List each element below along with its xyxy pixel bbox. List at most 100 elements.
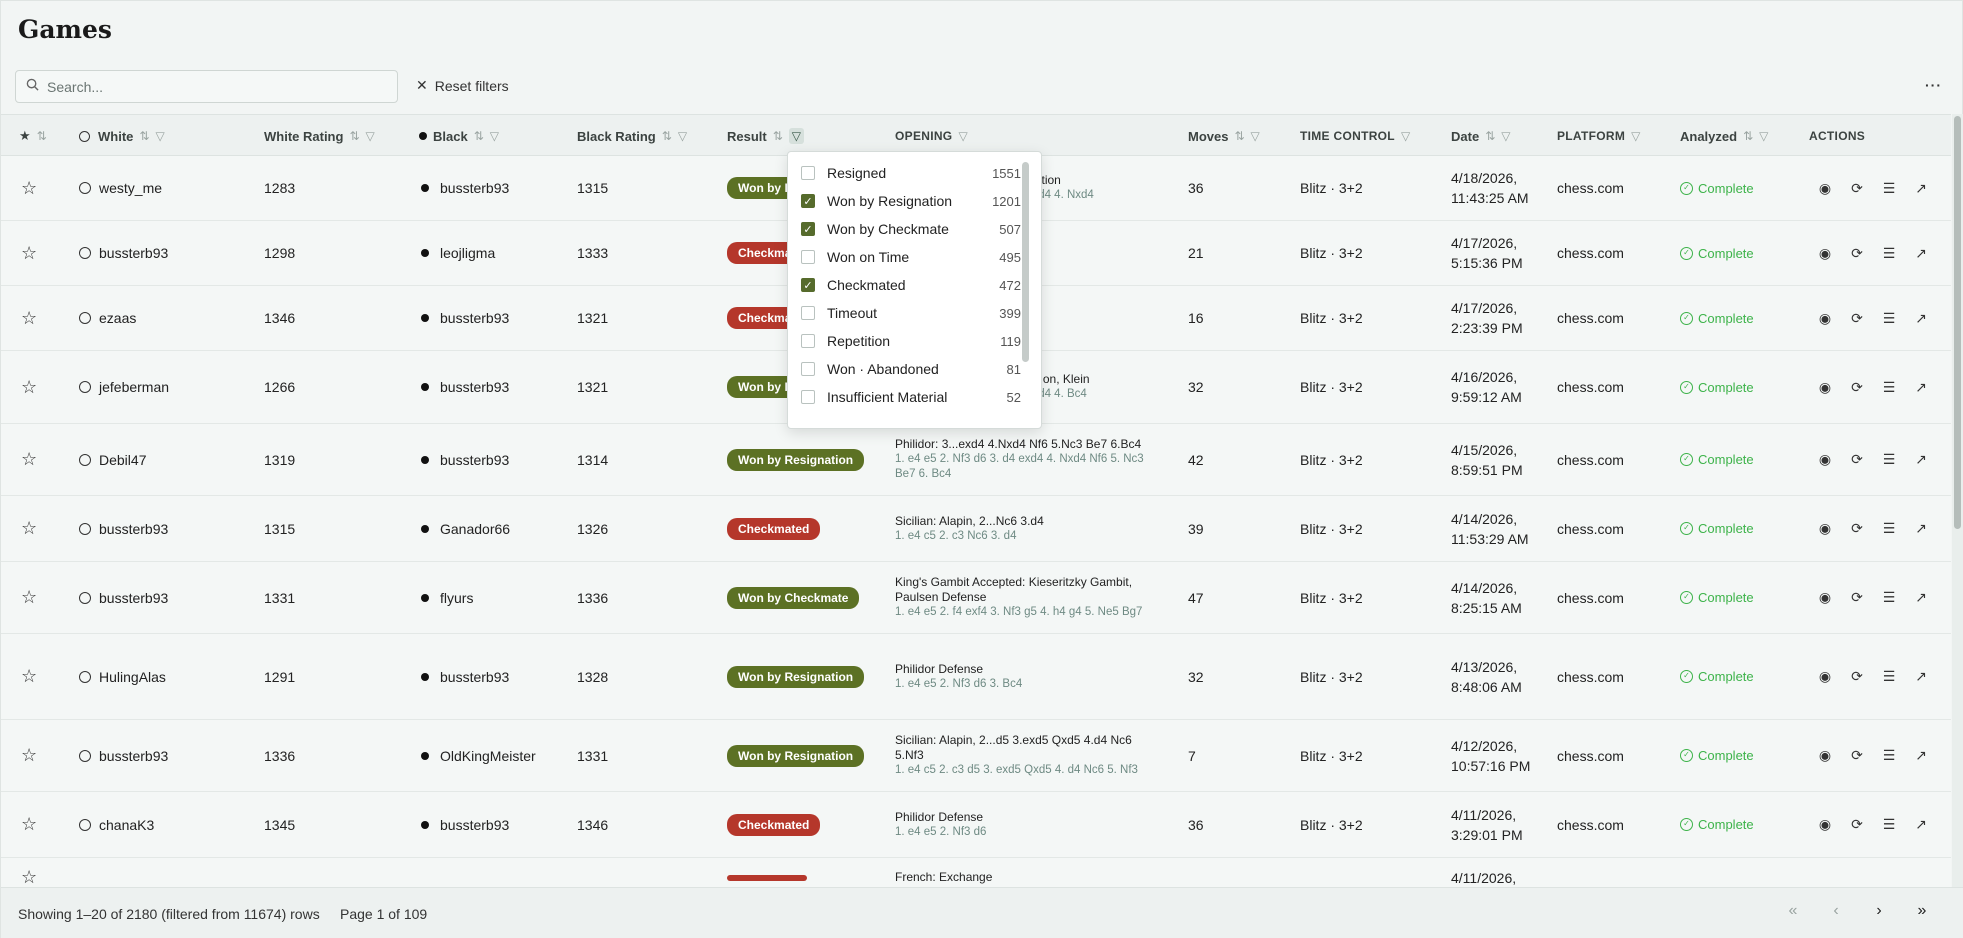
filter-icon[interactable]: ▽ bbox=[1251, 129, 1260, 143]
star-icon[interactable]: ☆ bbox=[21, 518, 37, 539]
header-analyzed[interactable]: Analyzed ⇅ ▽ bbox=[1680, 115, 1768, 157]
header-time-control[interactable]: TIME CONTROL ▽ bbox=[1300, 115, 1410, 157]
filter-option[interactable]: Timeout 399 bbox=[801, 302, 1021, 324]
sort-icon[interactable]: ⇅ bbox=[474, 129, 484, 143]
table-row[interactable]: ☆ bussterb93 1331 flyurs 1336 Won by Che… bbox=[1, 562, 1951, 634]
reanalyze-icon[interactable]: ⟳ bbox=[1849, 180, 1865, 197]
filter-icon[interactable]: ▽ bbox=[958, 129, 968, 143]
filter-icon[interactable]: ▽ bbox=[678, 129, 687, 143]
open-external-icon[interactable]: ↗ bbox=[1913, 520, 1929, 537]
filter-option[interactable]: Won on Time 495 bbox=[801, 246, 1021, 268]
table-row[interactable]: ☆ chanaK3 1345 bussterb93 1346 Checkmate… bbox=[1, 792, 1951, 858]
view-icon[interactable]: ◉ bbox=[1817, 520, 1833, 537]
sort-icon[interactable]: ⇅ bbox=[1485, 129, 1495, 143]
checkbox[interactable]: ✓ bbox=[801, 194, 815, 208]
checkbox[interactable] bbox=[801, 334, 815, 348]
star-icon[interactable]: ☆ bbox=[21, 587, 37, 608]
database-icon[interactable]: ☰ bbox=[1881, 180, 1897, 197]
table-row[interactable]: ☆ bussterb93 1336 OldKingMeister 1331 Wo… bbox=[1, 720, 1951, 792]
filter-icon[interactable]: ▽ bbox=[1401, 129, 1411, 143]
database-icon[interactable]: ☰ bbox=[1881, 245, 1897, 262]
last-page-button[interactable]: » bbox=[1915, 902, 1929, 920]
first-page-button[interactable]: « bbox=[1786, 902, 1800, 920]
scrollbar-thumb[interactable] bbox=[1954, 116, 1961, 529]
filter-icon[interactable]: ▽ bbox=[1501, 129, 1510, 143]
filter-icon[interactable]: ▽ bbox=[155, 129, 164, 143]
header-white-rating[interactable]: White Rating ⇅ ▽ bbox=[264, 115, 375, 157]
white-player[interactable]: chanaK3 bbox=[99, 817, 154, 833]
reanalyze-icon[interactable]: ⟳ bbox=[1849, 310, 1865, 327]
database-icon[interactable]: ☰ bbox=[1881, 310, 1897, 327]
checkbox[interactable] bbox=[801, 166, 815, 180]
database-icon[interactable]: ☰ bbox=[1881, 379, 1897, 396]
checkbox[interactable] bbox=[801, 306, 815, 320]
reanalyze-icon[interactable]: ⟳ bbox=[1849, 379, 1865, 396]
white-player[interactable]: westy_me bbox=[99, 180, 162, 196]
black-player[interactable]: Ganador66 bbox=[440, 521, 510, 537]
open-external-icon[interactable]: ↗ bbox=[1913, 668, 1929, 685]
checkbox[interactable] bbox=[801, 250, 815, 264]
database-icon[interactable]: ☰ bbox=[1881, 668, 1897, 685]
header-black-rating[interactable]: Black Rating ⇅ ▽ bbox=[577, 115, 687, 157]
table-row[interactable]: ☆ Debil47 1319 bussterb93 1314 Won by Re… bbox=[1, 424, 1951, 496]
open-external-icon[interactable]: ↗ bbox=[1913, 747, 1929, 764]
search-input[interactable] bbox=[47, 78, 367, 95]
more-options-button[interactable]: ··· bbox=[1925, 77, 1942, 93]
star-icon[interactable]: ☆ bbox=[21, 745, 37, 766]
open-external-icon[interactable]: ↗ bbox=[1913, 310, 1929, 327]
star-icon[interactable]: ☆ bbox=[21, 377, 37, 398]
sort-icon[interactable]: ⇅ bbox=[37, 129, 47, 143]
view-icon[interactable]: ◉ bbox=[1817, 310, 1833, 327]
white-player[interactable]: ezaas bbox=[99, 310, 136, 326]
database-icon[interactable]: ☰ bbox=[1881, 520, 1897, 537]
open-external-icon[interactable]: ↗ bbox=[1913, 379, 1929, 396]
reanalyze-icon[interactable]: ⟳ bbox=[1849, 245, 1865, 262]
prev-page-button[interactable]: ‹ bbox=[1829, 902, 1843, 920]
black-player[interactable]: bussterb93 bbox=[440, 310, 509, 326]
sort-icon[interactable]: ⇅ bbox=[773, 129, 783, 143]
view-icon[interactable]: ◉ bbox=[1817, 379, 1833, 396]
reset-filters-button[interactable]: ✕ Reset filters bbox=[416, 77, 509, 94]
black-player[interactable]: bussterb93 bbox=[440, 379, 509, 395]
sort-icon[interactable]: ⇅ bbox=[662, 129, 672, 143]
reanalyze-icon[interactable]: ⟳ bbox=[1849, 816, 1865, 833]
reanalyze-icon[interactable]: ⟳ bbox=[1849, 520, 1865, 537]
header-white[interactable]: White ⇅ ▽ bbox=[79, 115, 165, 157]
open-external-icon[interactable]: ↗ bbox=[1913, 180, 1929, 197]
table-scrollbar[interactable] bbox=[1952, 114, 1963, 887]
database-icon[interactable]: ☰ bbox=[1881, 747, 1897, 764]
view-icon[interactable]: ◉ bbox=[1817, 451, 1833, 468]
header-black[interactable]: Black ⇅ ▽ bbox=[419, 115, 499, 157]
dropdown-scrollbar[interactable] bbox=[1022, 162, 1029, 362]
filter-icon[interactable]: ▽ bbox=[1631, 129, 1641, 143]
white-player[interactable]: bussterb93 bbox=[99, 748, 168, 764]
white-player[interactable]: bussterb93 bbox=[99, 590, 168, 606]
reanalyze-icon[interactable]: ⟳ bbox=[1849, 589, 1865, 606]
checkbox[interactable]: ✓ bbox=[801, 222, 815, 236]
view-icon[interactable]: ◉ bbox=[1817, 747, 1833, 764]
star-icon[interactable]: ☆ bbox=[21, 814, 37, 835]
open-external-icon[interactable]: ↗ bbox=[1913, 816, 1929, 833]
star-icon[interactable]: ☆ bbox=[21, 178, 37, 199]
filter-icon[interactable]: ▽ bbox=[788, 128, 805, 144]
filter-option[interactable]: Won · Abandoned 81 bbox=[801, 358, 1021, 380]
header-moves[interactable]: Moves ⇅ ▽ bbox=[1188, 115, 1260, 157]
black-player[interactable]: leojligma bbox=[440, 245, 495, 261]
search-box[interactable] bbox=[15, 70, 398, 103]
sort-icon[interactable]: ⇅ bbox=[349, 129, 359, 143]
black-player[interactable]: OldKingMeister bbox=[440, 748, 536, 764]
open-external-icon[interactable]: ↗ bbox=[1913, 245, 1929, 262]
black-player[interactable]: flyurs bbox=[440, 590, 473, 606]
table-row[interactable]: ☆ HulingAlas 1291 bussterb93 1328 Won by… bbox=[1, 634, 1951, 720]
header-date[interactable]: Date ⇅ ▽ bbox=[1451, 115, 1510, 157]
next-page-button[interactable]: › bbox=[1872, 902, 1886, 920]
black-player[interactable]: bussterb93 bbox=[440, 452, 509, 468]
open-external-icon[interactable]: ↗ bbox=[1913, 451, 1929, 468]
filter-icon[interactable]: ▽ bbox=[1759, 129, 1768, 143]
filter-option[interactable]: ✓ Won by Checkmate 507 bbox=[801, 218, 1021, 240]
sort-icon[interactable]: ⇅ bbox=[139, 129, 149, 143]
star-icon[interactable]: ☆ bbox=[21, 867, 37, 888]
view-icon[interactable]: ◉ bbox=[1817, 245, 1833, 262]
white-player[interactable]: HulingAlas bbox=[99, 669, 166, 685]
table-row[interactable]: ☆ bussterb93 1315 Ganador66 1326 Checkma… bbox=[1, 496, 1951, 562]
